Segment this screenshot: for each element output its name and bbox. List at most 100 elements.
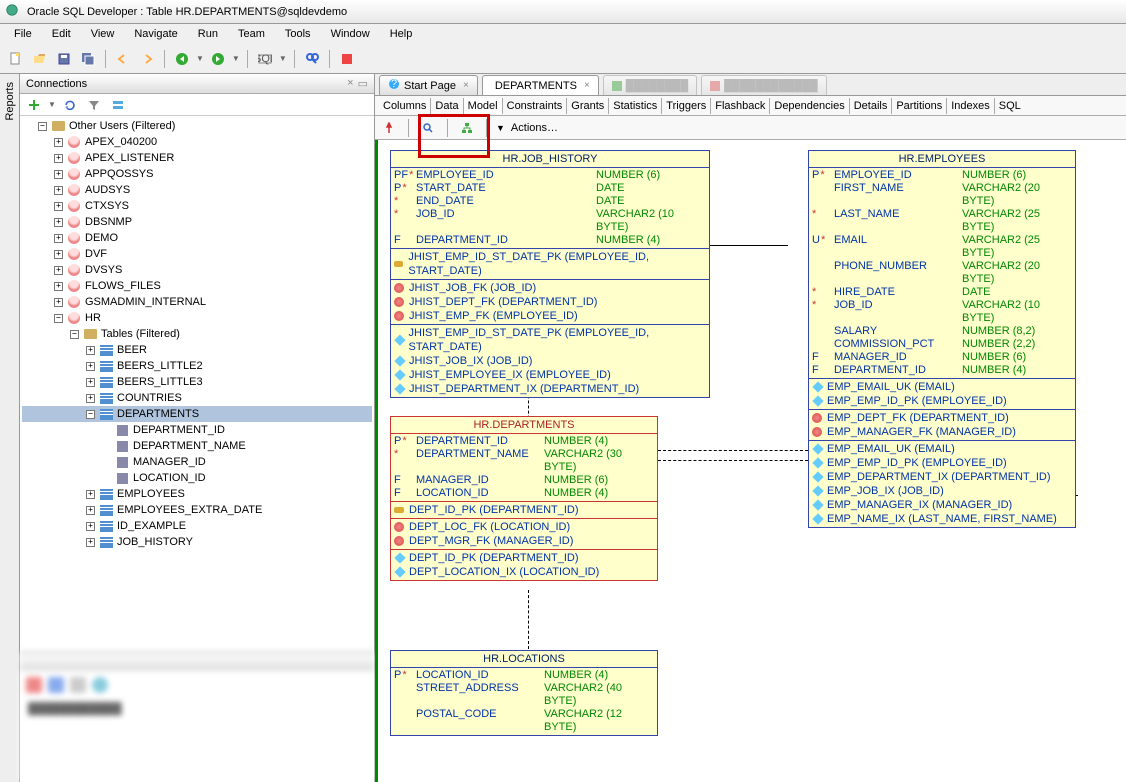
tree-node[interactable]: +DVF bbox=[22, 246, 372, 262]
save-button[interactable] bbox=[54, 49, 74, 69]
undo-button[interactable] bbox=[113, 49, 133, 69]
expander-icon[interactable]: + bbox=[54, 170, 63, 179]
expander-icon[interactable]: + bbox=[86, 394, 95, 403]
expander-icon[interactable]: + bbox=[86, 362, 95, 371]
menu-help[interactable]: Help bbox=[382, 26, 421, 42]
tree-node[interactable]: +DVSYS bbox=[22, 262, 372, 278]
subtab-partitions[interactable]: Partitions bbox=[892, 98, 947, 114]
layout-button[interactable] bbox=[457, 118, 477, 138]
close-icon[interactable]: × bbox=[584, 80, 590, 91]
subtab-sql[interactable]: SQL bbox=[995, 98, 1025, 114]
forward-button[interactable] bbox=[208, 49, 228, 69]
expander-icon[interactable] bbox=[102, 442, 111, 451]
expander-icon[interactable]: + bbox=[54, 298, 63, 307]
tree-node[interactable]: +COUNTRIES bbox=[22, 390, 372, 406]
back-button[interactable] bbox=[172, 49, 192, 69]
tree-node[interactable]: +EMPLOYEES_EXTRA_DATE bbox=[22, 502, 372, 518]
dropdown-icon[interactable]: ▼ bbox=[496, 123, 505, 133]
menu-file[interactable]: File bbox=[6, 26, 40, 42]
expander-icon[interactable] bbox=[102, 474, 111, 483]
subtab-flashback[interactable]: Flashback bbox=[711, 98, 770, 114]
menu-view[interactable]: View bbox=[83, 26, 123, 42]
tree-node[interactable]: +DBSNMP bbox=[22, 214, 372, 230]
subtab-data[interactable]: Data bbox=[431, 98, 463, 114]
tree-node[interactable]: +FLOWS_FILES bbox=[22, 278, 372, 294]
tree-node[interactable]: +ID_EXAMPLE bbox=[22, 518, 372, 534]
tree-node[interactable]: +BEERS_LITTLE3 bbox=[22, 374, 372, 390]
dropdown-icon[interactable]: ▼ bbox=[48, 100, 56, 109]
save-all-button[interactable] bbox=[78, 49, 98, 69]
tree-node[interactable]: +JOB_HISTORY bbox=[22, 534, 372, 550]
tree-node[interactable]: −HR bbox=[22, 310, 372, 326]
entity-locations[interactable]: HR.LOCATIONS P*LOCATION_IDNUMBER (4)STRE… bbox=[390, 650, 658, 736]
expander-icon[interactable]: + bbox=[86, 490, 95, 499]
subtab-columns[interactable]: Columns bbox=[379, 98, 431, 114]
subtab-constraints[interactable]: Constraints bbox=[503, 98, 568, 114]
expander-icon[interactable] bbox=[102, 426, 111, 435]
refresh-button[interactable] bbox=[60, 95, 80, 115]
expander-icon[interactable]: + bbox=[54, 138, 63, 147]
expander-icon[interactable]: − bbox=[54, 314, 63, 323]
subtab-indexes[interactable]: Indexes bbox=[947, 98, 995, 114]
tree-node[interactable]: +DEMO bbox=[22, 230, 372, 246]
tree-node[interactable]: +BEERS_LITTLE2 bbox=[22, 358, 372, 374]
subtab-details[interactable]: Details bbox=[850, 98, 893, 114]
expander-icon[interactable]: + bbox=[86, 522, 95, 531]
entity-job-history[interactable]: HR.JOB_HISTORY PF*EMPLOYEE_IDNUMBER (6)P… bbox=[390, 150, 710, 398]
subtab-statistics[interactable]: Statistics bbox=[609, 98, 662, 114]
expander-icon[interactable]: + bbox=[54, 266, 63, 275]
actions-button[interactable]: Actions… bbox=[511, 122, 558, 134]
expander-icon[interactable]: + bbox=[86, 506, 95, 515]
tree-node[interactable]: MANAGER_ID bbox=[22, 454, 372, 470]
tab-start-page[interactable]: ? Start Page × bbox=[379, 75, 478, 95]
connections-tree[interactable]: − Other Users (Filtered) +APEX_040200+AP… bbox=[20, 116, 374, 652]
close-icon[interactable]: × bbox=[463, 80, 469, 91]
subtab-dependencies[interactable]: Dependencies bbox=[770, 98, 849, 114]
tree-root[interactable]: − Other Users (Filtered) bbox=[22, 118, 372, 134]
pin-button[interactable] bbox=[379, 118, 399, 138]
tree-node[interactable]: +APEX_040200 bbox=[22, 134, 372, 150]
expander-icon[interactable]: + bbox=[86, 378, 95, 387]
open-button[interactable] bbox=[30, 49, 50, 69]
expander-icon[interactable]: + bbox=[54, 250, 63, 259]
menu-edit[interactable]: Edit bbox=[44, 26, 79, 42]
menu-navigate[interactable]: Navigate bbox=[126, 26, 185, 42]
entity-departments[interactable]: HR.DEPARTMENTS P*DEPARTMENT_IDNUMBER (4)… bbox=[390, 416, 658, 581]
reports-dock-tab[interactable]: Reports bbox=[4, 82, 16, 121]
menu-run[interactable]: Run bbox=[190, 26, 226, 42]
model-diagram[interactable]: HR.JOB_HISTORY PF*EMPLOYEE_IDNUMBER (6)P… bbox=[375, 140, 1126, 782]
tree-node[interactable]: +EMPLOYEES bbox=[22, 486, 372, 502]
tab-faded-2[interactable]: ████████████ bbox=[701, 75, 827, 95]
tree-node[interactable]: −Tables (Filtered) bbox=[22, 326, 372, 342]
tree-node[interactable]: +APEX_LISTENER bbox=[22, 150, 372, 166]
stop-button[interactable] bbox=[337, 49, 357, 69]
collapse-button[interactable] bbox=[108, 95, 128, 115]
menu-team[interactable]: Team bbox=[230, 26, 273, 42]
subtab-model[interactable]: Model bbox=[464, 98, 503, 114]
menu-window[interactable]: Window bbox=[323, 26, 378, 42]
subtab-triggers[interactable]: Triggers bbox=[662, 98, 711, 114]
expander-icon[interactable]: + bbox=[54, 218, 63, 227]
dock-icon[interactable]: ▭ bbox=[358, 77, 368, 90]
tab-departments[interactable]: DEPARTMENTS × bbox=[482, 75, 599, 95]
sql-button[interactable]: SQL bbox=[255, 49, 275, 69]
zoom-button[interactable] bbox=[418, 118, 438, 138]
minimize-icon[interactable]: × bbox=[347, 77, 353, 90]
new-button[interactable] bbox=[6, 49, 26, 69]
find-button[interactable] bbox=[302, 49, 322, 69]
expander-icon[interactable]: + bbox=[86, 538, 95, 547]
tree-node[interactable]: +AUDSYS bbox=[22, 182, 372, 198]
add-connection-button[interactable] bbox=[24, 95, 44, 115]
entity-employees[interactable]: HR.EMPLOYEES P*EMPLOYEE_IDNUMBER (6)FIRS… bbox=[808, 150, 1076, 528]
expander-icon[interactable]: + bbox=[54, 186, 63, 195]
tree-node[interactable]: +GSMADMIN_INTERNAL bbox=[22, 294, 372, 310]
redo-button[interactable] bbox=[137, 49, 157, 69]
subtab-grants[interactable]: Grants bbox=[567, 98, 609, 114]
expander-icon[interactable]: + bbox=[54, 234, 63, 243]
expander-icon[interactable]: − bbox=[38, 122, 47, 131]
expander-icon[interactable]: + bbox=[54, 202, 63, 211]
tree-node[interactable]: +CTXSYS bbox=[22, 198, 372, 214]
tree-node[interactable]: DEPARTMENT_NAME bbox=[22, 438, 372, 454]
expander-icon[interactable]: + bbox=[54, 154, 63, 163]
filter-button[interactable] bbox=[84, 95, 104, 115]
